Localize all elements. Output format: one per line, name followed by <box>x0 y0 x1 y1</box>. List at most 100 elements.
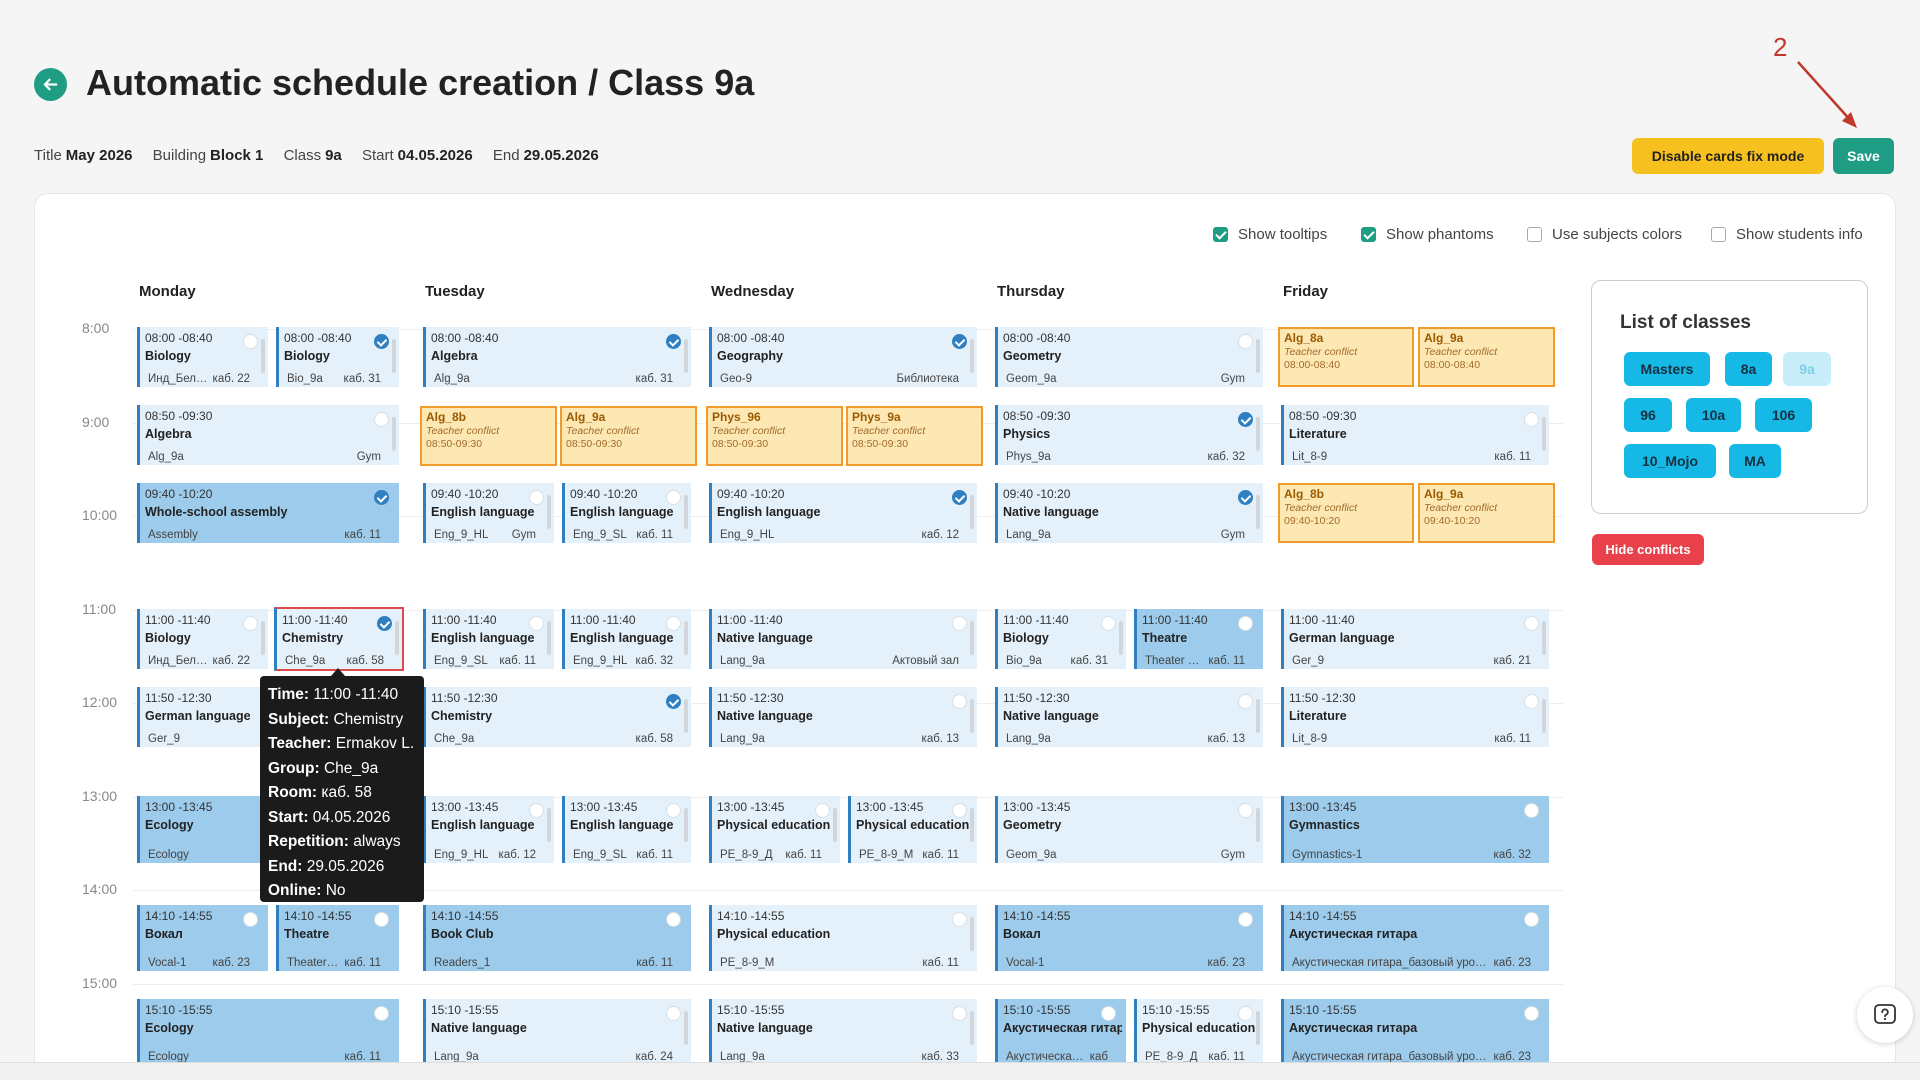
lesson-card[interactable]: 15:10 -15:55 Native language Lang_9a каб. 3… <box>709 999 977 1065</box>
fix-toggle-icon[interactable] <box>1238 616 1253 631</box>
class-pill-96[interactable]: 96 <box>1624 398 1672 432</box>
lesson-card[interactable]: 09:40 -10:20 Whole-school assembly Assembl… <box>137 483 399 543</box>
lesson-card[interactable]: 13:00 -13:45 Geometry Geom_9a Gym <box>995 796 1263 863</box>
lesson-card[interactable]: 08:00 -08:40 Geography Geo-9 Библиотека <box>709 327 977 387</box>
resize-handle[interactable] <box>970 495 974 529</box>
conflict-phantom-card[interactable]: Alg_9a Teacher conflict 09:40-10:20 <box>1418 483 1555 543</box>
lesson-card[interactable]: 11:00 -11:40 German language Ger_9 каб. 21 <box>1281 609 1549 669</box>
conflict-phantom-card[interactable]: Phys_9a Teacher conflict 08:50-09:30 <box>846 406 983 466</box>
checkbox-icon[interactable] <box>1213 227 1228 242</box>
lesson-card[interactable]: 13:00 -13:45 English language Eng_9_SL каб.… <box>562 796 691 863</box>
disable-cards-fix-mode-button[interactable]: Disable cards fix mode <box>1632 138 1824 174</box>
fix-toggle-icon[interactable] <box>952 616 967 631</box>
resize-handle[interactable] <box>1256 1011 1260 1045</box>
fix-toggle-icon[interactable] <box>374 490 389 505</box>
lesson-card[interactable]: 15:10 -15:55 Ecology Ecology каб. 11 <box>137 999 399 1065</box>
fix-toggle-icon[interactable] <box>666 1006 681 1021</box>
lesson-card[interactable]: 11:00 -11:40 English language Eng_9_SL каб.… <box>423 609 554 669</box>
lesson-card[interactable]: 08:50 -09:30 Algebra Alg_9a Gym <box>137 405 399 465</box>
fix-toggle-icon[interactable] <box>374 1006 389 1021</box>
resize-handle[interactable] <box>970 1011 974 1045</box>
lesson-card[interactable]: 11:50 -12:30 Native language Lang_9a каб. 1… <box>709 687 977 747</box>
class-pill-9a[interactable]: 9a <box>1783 352 1831 386</box>
checkbox-icon[interactable] <box>1527 227 1542 242</box>
resize-handle[interactable] <box>261 339 265 373</box>
fix-toggle-icon[interactable] <box>666 694 681 709</box>
resize-handle[interactable] <box>1256 699 1260 733</box>
class-pill-masters[interactable]: Masters <box>1624 352 1710 386</box>
resize-handle[interactable] <box>684 621 688 655</box>
resize-handle[interactable] <box>970 339 974 373</box>
lesson-card[interactable]: 11:00 -11:40 Chemistry Che_9a каб. 58 <box>274 607 404 671</box>
resize-handle[interactable] <box>1119 621 1123 655</box>
fix-toggle-icon[interactable] <box>952 803 967 818</box>
fix-toggle-icon[interactable] <box>952 334 967 349</box>
resize-handle[interactable] <box>970 808 974 842</box>
fix-toggle-icon[interactable] <box>529 616 544 631</box>
conflict-phantom-card[interactable]: Alg_8b Teacher conflict 08:50-09:30 <box>420 406 557 466</box>
lesson-card[interactable]: 13:00 -13:45 Physical education PE_8-9_M ка… <box>848 796 977 863</box>
fix-toggle-icon[interactable] <box>1524 694 1539 709</box>
lesson-card[interactable]: 09:40 -10:20 Native language Lang_9a Gym <box>995 483 1263 543</box>
class-pill-106[interactable]: 106 <box>1755 398 1812 432</box>
fix-toggle-icon[interactable] <box>1524 616 1539 631</box>
lesson-card[interactable]: 09:40 -10:20 English language Eng_9_HL каб.… <box>709 483 977 543</box>
lesson-card[interactable]: 15:10 -15:55 Акустическая гитар Акустическ… <box>995 999 1126 1065</box>
fix-toggle-icon[interactable] <box>243 334 258 349</box>
checkbox-icon[interactable] <box>1711 227 1726 242</box>
fix-toggle-icon[interactable] <box>1238 694 1253 709</box>
fix-toggle-icon[interactable] <box>666 334 681 349</box>
conflict-phantom-card[interactable]: Alg_9a Teacher conflict 08:50-09:30 <box>560 406 697 466</box>
resize-handle[interactable] <box>1542 417 1546 451</box>
resize-handle[interactable] <box>547 621 551 655</box>
back-button[interactable] <box>34 68 67 101</box>
conflict-phantom-card[interactable]: Alg_8b Teacher conflict 09:40-10:20 <box>1278 483 1414 543</box>
resize-handle[interactable] <box>547 808 551 842</box>
resize-handle[interactable] <box>261 621 265 655</box>
lesson-card[interactable]: 13:00 -13:45 Gymnastics Gymnastics-1 каб. 3… <box>1281 796 1549 863</box>
fix-toggle-icon[interactable] <box>1524 412 1539 427</box>
fix-toggle-icon[interactable] <box>529 803 544 818</box>
resize-handle[interactable] <box>392 339 396 373</box>
lesson-card[interactable]: 08:50 -09:30 Literature Lit_8-9 каб. 11 <box>1281 405 1549 465</box>
lesson-card[interactable]: 11:00 -11:40 Biology Инд_Беляев каб. 22 <box>137 609 268 669</box>
lesson-card[interactable]: 08:00 -08:40 Geometry Geom_9a Gym <box>995 327 1263 387</box>
fix-toggle-icon[interactable] <box>666 616 681 631</box>
fix-toggle-icon[interactable] <box>815 803 830 818</box>
hide-conflicts-button[interactable]: Hide conflicts <box>1592 534 1704 565</box>
resize-handle[interactable] <box>684 699 688 733</box>
fix-toggle-icon[interactable] <box>952 912 967 927</box>
lesson-card[interactable]: 11:50 -12:30 Native language Lang_9a каб. 1… <box>995 687 1263 747</box>
resize-handle[interactable] <box>395 621 399 655</box>
fix-toggle-icon[interactable] <box>952 490 967 505</box>
lesson-card[interactable]: 11:00 -11:40TheatreTheater stu...каб. 11 <box>1134 609 1263 669</box>
resize-handle[interactable] <box>1542 699 1546 733</box>
class-pill-10a[interactable]: 10a <box>1686 398 1741 432</box>
resize-handle[interactable] <box>970 621 974 655</box>
fix-toggle-icon[interactable] <box>377 616 392 631</box>
lesson-card[interactable]: 09:40 -10:20 English language Eng_9_HL Gym <box>423 483 554 543</box>
checkbox-icon[interactable] <box>1361 227 1376 242</box>
resize-handle[interactable] <box>392 417 396 451</box>
lesson-card[interactable]: 08:00 -08:40 Biology Инд_Беляев каб. 22 <box>137 327 268 387</box>
resize-handle[interactable] <box>684 1011 688 1045</box>
fix-toggle-icon[interactable] <box>374 334 389 349</box>
fix-toggle-icon[interactable] <box>1238 334 1253 349</box>
resize-handle[interactable] <box>684 808 688 842</box>
fix-toggle-icon[interactable] <box>243 912 258 927</box>
bottom-scrollbar[interactable] <box>0 1062 1920 1080</box>
resize-handle[interactable] <box>684 339 688 373</box>
lesson-card[interactable]: 14:10 -14:55 Вокал Vocal-1 каб. 23 <box>137 905 268 971</box>
lesson-card[interactable]: 13:00 -13:45 English language Eng_9_HL каб.… <box>423 796 554 863</box>
lesson-card[interactable]: 11:00 -11:40 Native language Lang_9a Актовы… <box>709 609 977 669</box>
resize-handle[interactable] <box>1256 417 1260 451</box>
resize-handle[interactable] <box>1542 621 1546 655</box>
fix-toggle-icon[interactable] <box>1238 490 1253 505</box>
lesson-card[interactable]: 09:40 -10:20 English language Eng_9_SL каб.… <box>562 483 691 543</box>
fix-toggle-icon[interactable] <box>1524 912 1539 927</box>
fix-toggle-icon[interactable] <box>666 803 681 818</box>
fix-toggle-icon[interactable] <box>1238 412 1253 427</box>
lesson-card[interactable]: 15:10 -15:55 Акустическая гитара Акустичес… <box>1281 999 1549 1065</box>
conflict-phantom-card[interactable]: Alg_8a Teacher conflict 08:00-08:40 <box>1278 327 1414 387</box>
lesson-card[interactable]: 11:50 -12:30 Literature Lit_8-9 каб. 11 <box>1281 687 1549 747</box>
